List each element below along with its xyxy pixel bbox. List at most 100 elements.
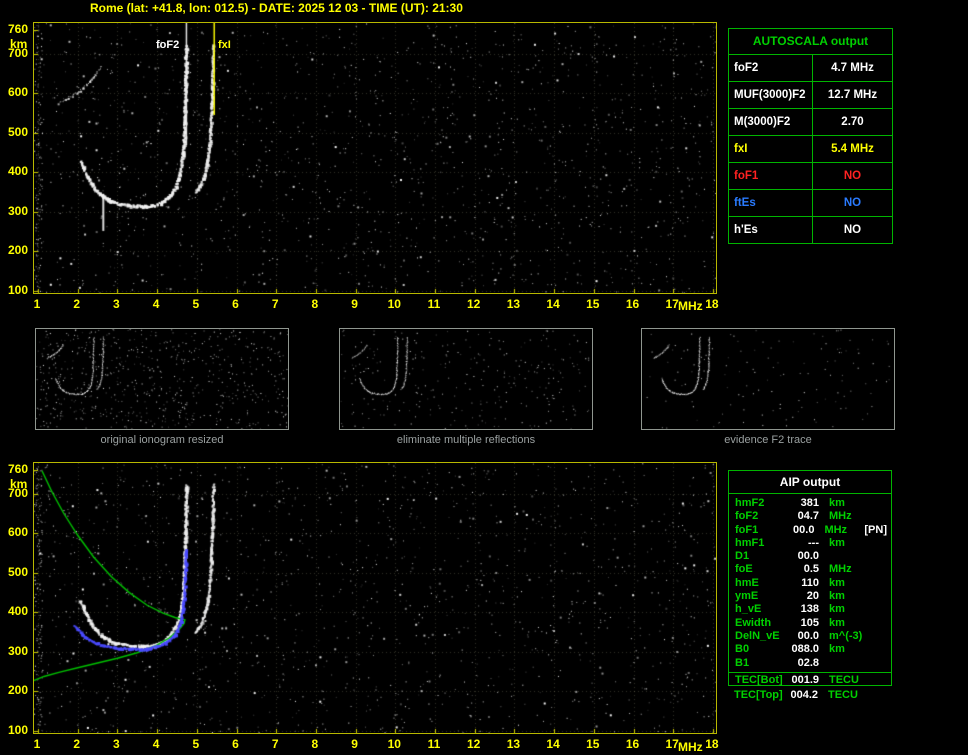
tec-row-unit: TECU	[829, 673, 859, 686]
autoscala-row-value: NO	[843, 170, 862, 182]
aip-row-value: 00.0	[793, 523, 815, 536]
top-ionogram-canvas	[34, 23, 716, 293]
x-tick-label: 6	[232, 737, 239, 751]
aip-row-unit: km	[829, 497, 845, 509]
autoscala-row-value: 12.7 MHz	[827, 89, 878, 101]
y-tick-label: 500	[7, 564, 28, 579]
aip-row-label: B1	[735, 656, 750, 669]
autoscala-row-value: 4.7 MHz	[831, 62, 874, 74]
aip-row-label: foF2	[735, 510, 759, 523]
x-tick-label: 11	[427, 297, 441, 311]
autoscala-row-label: ftEs	[729, 190, 813, 216]
x-tick-label: 13	[506, 737, 521, 751]
processing-panel-frame	[641, 328, 895, 430]
aip-row-label: B0	[735, 643, 750, 656]
x-tick-label: 2	[73, 297, 81, 311]
y-tick-label: 700	[7, 485, 28, 500]
aip-row-unit: MHz	[829, 563, 852, 576]
aip-row-value: 04.7	[797, 510, 819, 523]
y-tick-label: 400	[7, 604, 28, 619]
aip-row-unit: km	[829, 616, 845, 629]
tec-row-label: TEC[Bot]	[735, 673, 783, 686]
aip-row-label: foF1	[735, 523, 759, 536]
station-title: Rome (lat: +41.8, lon: 012.5) - DATE: 20…	[90, 1, 463, 15]
y-tick-label: 760	[7, 22, 28, 36]
y-tick-label: 600	[7, 525, 28, 540]
autoscala-table-rows: foF2 4.7 MHz MUF(3000)F2 12.7 MHz M(3000)F2 2…	[729, 55, 892, 243]
fxI-label: fxI	[218, 39, 231, 51]
y-tick-label: 300	[7, 643, 28, 658]
tec-row-value: 001.9	[791, 673, 819, 686]
panel-caption: evidence F2 trace	[724, 434, 812, 446]
panel-caption: original ionogram resized	[100, 434, 224, 446]
x-tick-label: 9	[351, 297, 358, 311]
autoscala-row-label: foF1	[729, 163, 813, 189]
processing-panel: original ionogram resized	[35, 328, 289, 446]
panel-caption: eliminate multiple reflections	[396, 434, 536, 446]
aip-row-unit: MHz	[824, 523, 848, 536]
aip-row: B1 02.8	[735, 657, 887, 670]
autoscala-row-value: NO	[843, 197, 862, 209]
aip-row: ymE 20 km	[735, 590, 887, 603]
aip-table-rows: hmF2 381 km foF2 04.7 MHz foF1 00.0 MHz [PN] hmF1 -…	[729, 494, 891, 670]
tec-row-value: 004.2	[790, 689, 818, 701]
y-tick-label: 200	[7, 243, 28, 258]
aip-row-label: foE	[735, 563, 753, 576]
autoscala-table-title: AUTOSCALA output	[729, 29, 892, 55]
autoscala-row-value: NO	[843, 224, 862, 236]
aip-row: Ewidth 105 km	[735, 617, 887, 630]
tec-bottom-box: TEC[Bot] 001.9 TECU	[729, 671, 891, 687]
autoscala-row-label: fxI	[729, 136, 813, 162]
aip-row-value: 00.0	[797, 550, 819, 563]
bottom-ionogram-canvas	[34, 463, 716, 733]
tec-row: TEC[Top] 004.2 TECU	[734, 689, 892, 702]
aip-row: foF1 00.0 MHz [PN]	[735, 524, 887, 537]
processing-panel-canvas	[36, 329, 288, 429]
autoscala-row: h'Es NO	[729, 217, 892, 243]
x-tick-label: 16	[625, 737, 640, 751]
aip-row-value: 110	[801, 576, 819, 589]
aip-row-value: 00.0	[797, 629, 819, 642]
processing-panel: eliminate multiple reflections	[339, 328, 593, 446]
top-ionogram-plot: foF2 fxI	[33, 22, 717, 294]
x-tick-label: 4	[152, 737, 160, 751]
y-tick-label: 100	[7, 283, 28, 298]
aip-row-value: ---	[808, 536, 819, 549]
aip-row-unit: km	[829, 590, 845, 603]
top-x-unit-label: MHz	[678, 299, 703, 313]
autoscala-window: Rome (lat: +41.8, lon: 012.5) - DATE: 20…	[0, 0, 968, 755]
autoscala-row: foF2 4.7 MHz	[729, 55, 892, 82]
autoscala-row: fxI 5.4 MHz	[729, 136, 892, 163]
y-tick-label: 200	[7, 683, 28, 698]
x-tick-label: 13	[506, 297, 521, 311]
autoscala-row: foF1 NO	[729, 163, 892, 190]
aip-row-value: 381	[800, 497, 819, 509]
autoscala-row-value: 5.4 MHz	[831, 143, 874, 155]
aip-row-unit: km	[829, 603, 845, 616]
autoscala-row-label: foF2	[729, 55, 813, 81]
y-tick-label: 760	[7, 462, 28, 476]
x-tick-label: 5	[192, 737, 200, 751]
x-tick-label: 3	[113, 297, 120, 311]
autoscala-row-label: M(3000)F2	[729, 109, 813, 135]
y-tick-label: 100	[7, 723, 28, 738]
aip-row: DelN_vE 00.0 m^(-3)	[735, 630, 887, 643]
aip-row-extra: [PN]	[864, 523, 887, 536]
x-tick-label: 7	[271, 737, 279, 751]
aip-row: D1 00.0	[735, 550, 887, 563]
x-tick-label: 8	[311, 297, 319, 311]
x-tick-label: 1	[33, 737, 41, 751]
y-tick-label: 600	[7, 85, 28, 100]
x-tick-label: 3	[113, 737, 120, 751]
aip-row-label: hmF2	[735, 497, 765, 509]
x-tick-label: 12	[467, 737, 481, 751]
aip-row: foF2 04.7 MHz	[735, 510, 887, 523]
aip-row-label: ymE	[735, 590, 759, 603]
aip-row-unit: km	[829, 536, 845, 549]
x-tick-label: 7	[271, 297, 279, 311]
aip-row-value: 0.5	[803, 563, 819, 576]
autoscala-output-table: AUTOSCALA output foF2 4.7 MHz MUF(3000)F2 1…	[728, 28, 893, 244]
autoscala-row-label: MUF(3000)F2	[729, 82, 813, 108]
y-tick-label: 300	[7, 203, 28, 218]
x-tick-label: 12	[467, 297, 481, 311]
